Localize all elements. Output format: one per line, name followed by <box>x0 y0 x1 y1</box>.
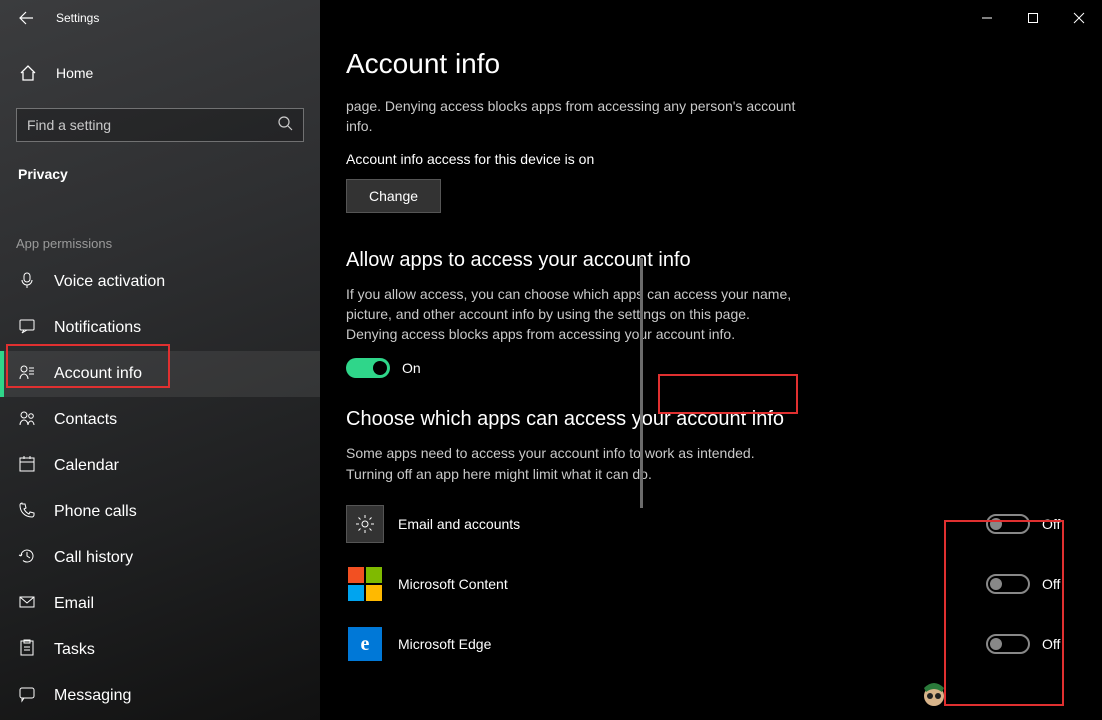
search-icon <box>277 115 293 136</box>
minimize-button[interactable] <box>964 2 1010 34</box>
intro-text-tail: page. Denying access blocks apps from ac… <box>346 96 796 137</box>
sidebar-item-account-info[interactable]: Account info <box>0 351 320 397</box>
master-toggle[interactable] <box>346 358 390 378</box>
mascot-icon <box>916 674 952 710</box>
sidebar-item-email[interactable]: Email <box>0 581 320 627</box>
calendar-icon <box>18 455 36 478</box>
sidebar-item-label: Call history <box>54 549 133 567</box>
app-row-microsoft-content: Microsoft Content Off <box>346 554 840 614</box>
home-label: Home <box>56 65 93 81</box>
app-toggle-label: Off <box>1042 516 1060 532</box>
sidebar-item-label: Contacts <box>54 411 117 429</box>
sidebar-item-call-history[interactable]: Call history <box>0 535 320 581</box>
section-title-allow-apps: Allow apps to access your account info <box>346 249 840 272</box>
section-desc-allow-apps: If you allow access, you can choose whic… <box>346 284 796 345</box>
home-icon <box>18 63 38 83</box>
app-toggle-microsoft-content[interactable] <box>986 574 1030 594</box>
messaging-icon <box>18 685 36 708</box>
sidebar-item-label: Tasks <box>54 641 95 659</box>
edge-icon: e <box>346 625 384 663</box>
sidebar-list: Voice activation Notifications Account i… <box>0 259 320 719</box>
sidebar-item-calendar[interactable]: Calendar <box>0 443 320 489</box>
sidebar-item-voice-activation[interactable]: Voice activation <box>0 259 320 305</box>
sidebar-item-label: Phone calls <box>54 503 137 521</box>
search-input[interactable] <box>27 117 257 133</box>
window-controls <box>320 0 1102 36</box>
section-title-choose-apps: Choose which apps can access your accoun… <box>346 408 840 431</box>
content-area: Account info page. Denying access blocks… <box>320 0 1102 720</box>
page-title: Account info <box>346 48 840 80</box>
app-toggle-label: Off <box>1042 576 1060 592</box>
sidebar-item-label: Account info <box>54 365 142 383</box>
sidebar-item-label: Notifications <box>54 319 141 337</box>
close-button[interactable] <box>1056 2 1102 34</box>
group-label: App permissions <box>0 182 320 251</box>
app-row-microsoft-edge: e Microsoft Edge Off <box>346 614 840 674</box>
scrollbar-thumb[interactable] <box>640 258 643 508</box>
history-icon <box>18 547 36 570</box>
app-name-label: Microsoft Edge <box>398 636 598 652</box>
contacts-icon <box>18 409 36 432</box>
sidebar: Settings Home Privacy App permissions Vo… <box>0 0 320 720</box>
microsoft-logo-icon <box>346 565 384 603</box>
search-box[interactable] <box>16 108 304 142</box>
app-toggle-microsoft-edge[interactable] <box>986 634 1030 654</box>
tasks-icon <box>18 639 36 662</box>
sidebar-item-label: Voice activation <box>54 273 165 291</box>
app-title: Settings <box>56 11 99 25</box>
section-label: Privacy <box>0 142 320 182</box>
app-row-email-accounts: Email and accounts Off <box>346 494 840 554</box>
microphone-icon <box>18 271 36 294</box>
master-toggle-row: On <box>346 358 840 378</box>
section-desc-choose-apps: Some apps need to access your account in… <box>346 443 796 484</box>
notifications-icon <box>18 317 36 340</box>
back-button[interactable] <box>18 10 34 26</box>
app-toggle-email-accounts[interactable] <box>986 514 1030 534</box>
device-status: Account info access for this device is o… <box>346 151 840 167</box>
sidebar-item-phone-calls[interactable]: Phone calls <box>0 489 320 535</box>
sidebar-item-notifications[interactable]: Notifications <box>0 305 320 351</box>
master-toggle-label: On <box>402 360 421 376</box>
gear-icon <box>346 505 384 543</box>
phone-icon <box>18 501 36 524</box>
sidebar-item-tasks[interactable]: Tasks <box>0 627 320 673</box>
titlebar-left: Settings <box>0 0 320 36</box>
email-icon <box>18 593 36 616</box>
app-name-label: Microsoft Content <box>398 576 598 592</box>
account-info-icon <box>18 363 36 386</box>
app-name-label: Email and accounts <box>398 516 598 532</box>
page-body: Account info page. Denying access blocks… <box>320 36 840 674</box>
change-button[interactable]: Change <box>346 179 441 213</box>
maximize-button[interactable] <box>1010 2 1056 34</box>
home-nav[interactable]: Home <box>0 54 320 92</box>
sidebar-item-contacts[interactable]: Contacts <box>0 397 320 443</box>
sidebar-item-label: Messaging <box>54 687 131 705</box>
annotation-highlight <box>944 520 1064 706</box>
sidebar-item-label: Calendar <box>54 457 119 475</box>
sidebar-item-messaging[interactable]: Messaging <box>0 673 320 719</box>
sidebar-item-label: Email <box>54 595 94 613</box>
app-toggle-label: Off <box>1042 636 1060 652</box>
